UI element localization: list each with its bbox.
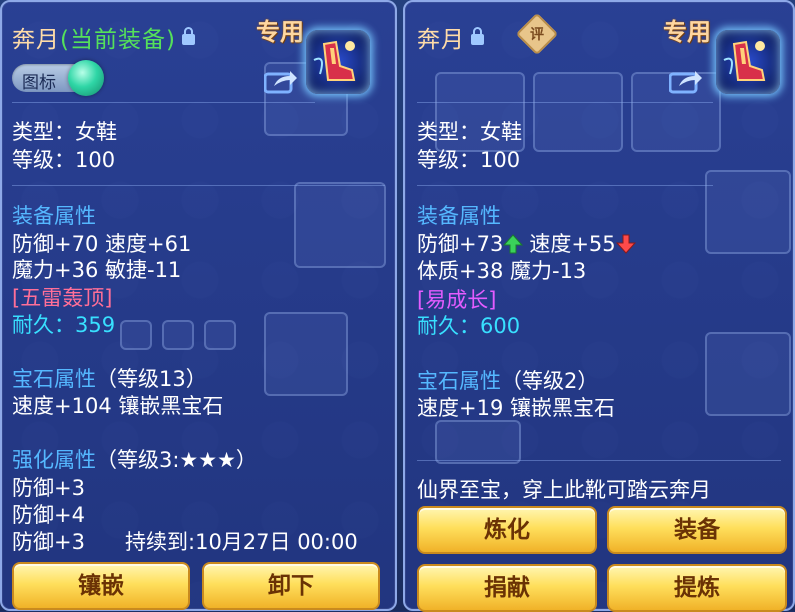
enhance-line: 防御+4 [12,503,85,527]
attr-speed: 速度+55 [529,232,616,256]
ghost-slot [120,320,152,350]
equip-button[interactable]: 装备 [607,506,787,554]
share-icon[interactable] [669,68,703,94]
attr-line: 防御+73 速度+55 [417,228,636,258]
arrow-up-icon [503,234,524,254]
gem-line: 速度+104 镶嵌黑宝石 [12,394,224,418]
boots-item-icon [306,30,370,94]
equip-attr-header: 装备属性 [417,204,501,228]
inlay-button[interactable]: 镶嵌 [12,562,190,610]
divider [12,185,385,186]
ghost-slot [162,320,194,350]
level-line: 等级：100 [417,148,521,172]
equipped-tag: (当前装备) [60,27,176,53]
type-line: 类型：女鞋 [417,120,522,144]
divider [417,460,781,461]
ghost-slot [435,420,521,464]
toggle-knob-icon [68,60,104,96]
enhance-line: 防御+3 [12,476,85,500]
exclusive-label: 专用 [256,18,304,46]
rating-badge-label: 评 [530,27,544,43]
icon-toggle[interactable]: 图标 [12,60,104,96]
gem-attr-header: 宝石属性 [417,369,501,393]
current-equipment-panel: 奔月(当前装备) 专用 图标 类型：女鞋 等级：100 装备属性 防御+70 速… [0,0,397,611]
special-skill: [五雷轰顶] [12,286,113,310]
item-name: 奔月 [417,27,465,53]
ghost-slot [204,320,236,350]
ghost-slot [705,170,791,254]
enhance-level: （等级3:★★★） [96,448,257,472]
ghost-slot [705,332,791,416]
enhance-attr-header: 强化属性 [12,448,96,472]
refine-button[interactable]: 炼化 [417,506,597,554]
compare-item-panel: 奔月 评 专用 类型：女鞋 等级：100 装备属性 防御+73 速度+55 体质+… [403,0,795,612]
unequip-button[interactable]: 卸下 [202,562,380,610]
attr-line: 魔力+36 敏捷-11 [12,258,182,282]
attr-defense: 防御+73 [417,232,504,256]
gem-attr-header: 宝石属性 [12,367,96,391]
item-description: 仙界至宝，穿上此靴可踏云奔月 [417,478,711,502]
divider [12,102,315,103]
boots-item-icon [716,30,780,94]
arrow-down-icon [615,234,636,254]
enhance-line: 防御+3 持续到:10月27日 00:00 [12,530,358,554]
gem-level: （等级13） [96,367,207,391]
gem-level: （等级2） [501,369,599,393]
extract-button[interactable]: 提炼 [607,564,787,612]
divider [417,102,713,103]
lock-icon[interactable] [181,27,195,45]
level-line: 等级：100 [12,148,116,172]
exclusive-label: 专用 [663,18,711,46]
enhance-attr-row: 强化属性（等级3:★★★） [12,444,257,474]
ghost-slot [264,312,348,396]
rating-badge-icon[interactable]: 评 [515,12,559,56]
share-icon[interactable] [264,68,298,94]
attr-line: 体质+38 魔力-13 [417,259,587,283]
icon-toggle-label: 图标 [22,73,56,93]
item-name: 奔月 [12,27,60,53]
durability: 耐久：359 [12,313,116,337]
item-title: 奔月(当前装备) [12,20,195,54]
gem-attr-row: 宝石属性（等级13） [12,363,207,393]
ghost-slot [294,182,386,268]
divider [417,185,713,186]
durability: 耐久：600 [417,314,521,338]
donate-button[interactable]: 捐献 [417,564,597,612]
equip-attr-header: 装备属性 [12,204,96,228]
type-line: 类型：女鞋 [12,120,117,144]
gem-line: 速度+19 镶嵌黑宝石 [417,396,615,420]
item-title: 奔月 [417,20,484,54]
lock-icon[interactable] [471,27,484,45]
gem-attr-row: 宝石属性（等级2） [417,365,598,395]
ghost-slot [533,72,623,152]
